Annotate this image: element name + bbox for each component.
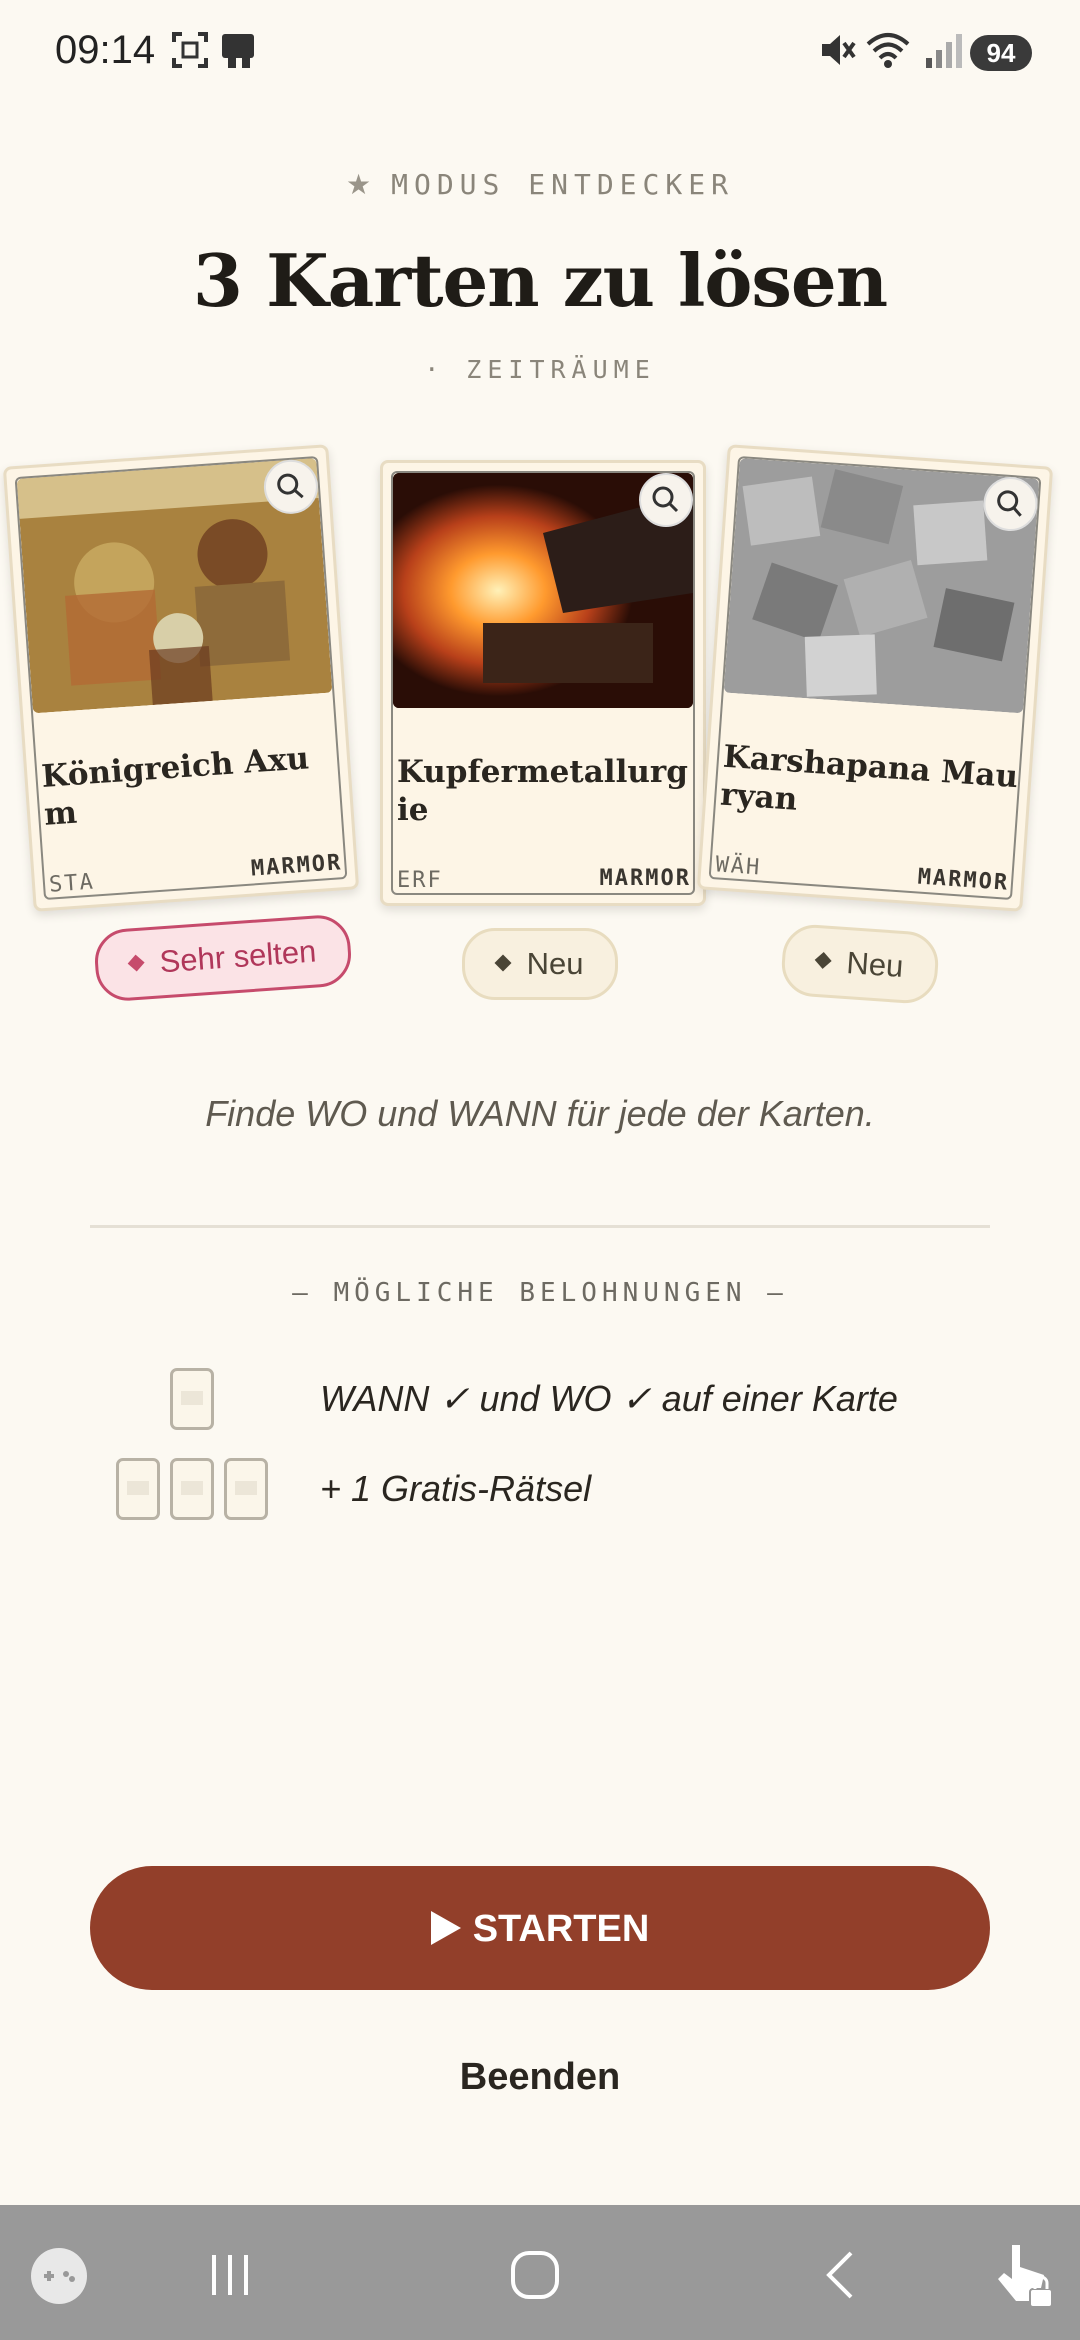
- diamond-icon: [127, 954, 145, 972]
- rarity-badge: Neu: [462, 928, 618, 1000]
- puzzle-card[interactable]: Königreich Axum STA MARMOR: [2, 444, 360, 912]
- touch-lock-icon[interactable]: [990, 2235, 1060, 2315]
- magnifier-icon: [277, 473, 304, 499]
- card-title: Kupfermetallurgie: [397, 754, 688, 828]
- reward-text: + 1 Gratis-Rätsel: [320, 1468, 592, 1509]
- instruction-text: Finde WO und WANN für jede der Karten.: [205, 1093, 875, 1134]
- card-stack-icon: [170, 1458, 214, 1520]
- recent-apps-icon[interactable]: [200, 2250, 260, 2300]
- battery-indicator: 94: [970, 35, 1032, 71]
- status-time: 09:14: [55, 28, 156, 72]
- quit-button[interactable]: Beenden: [0, 2056, 1080, 2099]
- card-code: ERF: [397, 868, 443, 893]
- diamond-icon: [494, 954, 512, 972]
- card-material: MARMOR: [599, 866, 691, 891]
- zoom-button[interactable]: [639, 473, 693, 527]
- card-stack-icon: [224, 1458, 268, 1520]
- game-launcher-icon[interactable]: [28, 2245, 90, 2307]
- magnifier-icon: [652, 486, 679, 513]
- back-icon[interactable]: [815, 2245, 865, 2305]
- device-icon: [222, 34, 254, 68]
- reward-text: WANN ✓ und WO ✓ auf einer Karte: [320, 1378, 898, 1419]
- star-icon: ★: [346, 168, 378, 201]
- screenshot-icon: [172, 32, 208, 68]
- zoom-button[interactable]: [981, 475, 1040, 533]
- zoom-button[interactable]: [262, 458, 320, 516]
- start-label: STARTEN: [472, 1908, 650, 1950]
- badge-label: Sehr selten: [158, 933, 318, 980]
- puzzle-card[interactable]: Kupfermetallurgie ERF MARMOR: [380, 460, 706, 906]
- wifi-icon: [866, 33, 910, 68]
- mode-label: ★ MODUS ENTDECKER: [0, 168, 1080, 201]
- badge-label: Neu: [845, 945, 905, 984]
- card-code: STA: [48, 869, 96, 898]
- page-title: 3 Karten zu lösen: [192, 238, 888, 323]
- mode-label-text: MODUS ENTDECKER: [391, 168, 734, 201]
- rarity-badge: Sehr selten: [92, 913, 354, 1003]
- diamond-icon: [814, 951, 832, 969]
- system-nav-bar: [0, 2205, 1080, 2340]
- mute-icon: [822, 35, 856, 65]
- card-stack-icon: [116, 1458, 160, 1520]
- play-icon: [430, 1910, 461, 1945]
- home-icon[interactable]: [505, 2245, 565, 2305]
- start-button[interactable]: STARTEN: [90, 1866, 990, 1990]
- status-bar: 09:14 94: [0, 0, 1080, 110]
- divider: [90, 1225, 990, 1228]
- card-stack-icon: [170, 1368, 214, 1430]
- rarity-badge: Neu: [779, 922, 941, 1006]
- card-code: WÄH: [714, 852, 763, 881]
- badge-label: Neu: [526, 946, 584, 981]
- signal-icon: [926, 34, 962, 68]
- rewards-heading: — MÖGLICHE BELOHNUNGEN —: [292, 1278, 788, 1308]
- magnifier-icon: [997, 490, 1022, 517]
- puzzle-card[interactable]: Karshapana Mauryan WÄH MARMOR: [696, 444, 1054, 912]
- page-subtitle: · ZEITRÄUME: [424, 355, 656, 384]
